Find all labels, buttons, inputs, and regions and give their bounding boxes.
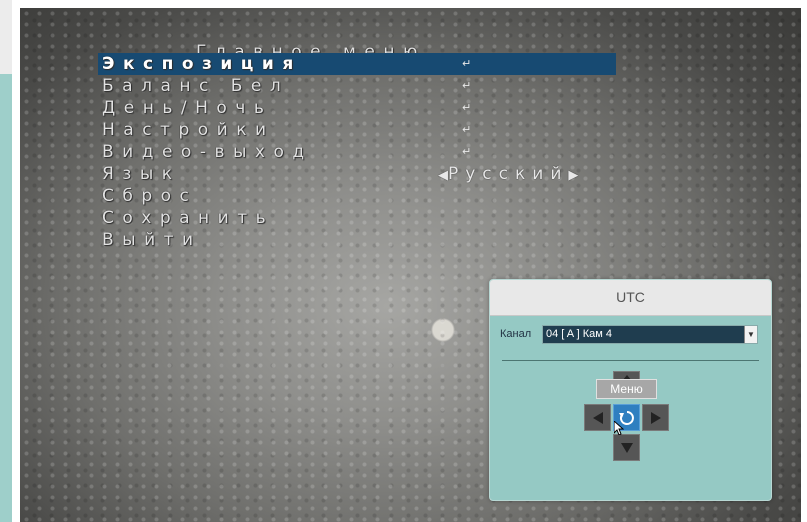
language-value: Русский bbox=[448, 164, 569, 184]
language-selector[interactable]: ◀Русский▶ bbox=[438, 163, 578, 187]
channel-label: Канал bbox=[500, 328, 532, 340]
osd-item-label: День/Ночь bbox=[102, 98, 273, 118]
osd-item-save[interactable]: Сохранить bbox=[98, 207, 616, 229]
dropdown-arrow-icon[interactable]: ▼ bbox=[744, 326, 757, 343]
menu-tooltip: Меню bbox=[596, 379, 657, 399]
channel-select[interactable]: 04 [ A ] Кам 4 ▼ bbox=[542, 325, 758, 344]
arrow-right-icon bbox=[650, 411, 661, 424]
arrow-left-icon bbox=[592, 411, 603, 424]
osd-item-label: Экспозиция bbox=[102, 54, 302, 74]
osd-item-label: Видео-выход bbox=[102, 142, 313, 162]
osd-item-label: Язык bbox=[102, 164, 181, 184]
enter-icon: ↵ bbox=[462, 57, 472, 70]
osd-item-label: Выйти bbox=[102, 230, 202, 250]
ptz-left-button[interactable] bbox=[584, 404, 611, 431]
osd-item-language[interactable]: Язык ◀Русский▶ bbox=[98, 163, 616, 185]
divider bbox=[502, 360, 759, 361]
channel-value: 04 [ A ] Кам 4 bbox=[546, 328, 612, 340]
osd-item-day-night[interactable]: День/Ночь ↵ bbox=[98, 97, 616, 119]
enter-icon: ↵ bbox=[462, 123, 472, 136]
osd-item-label: Сброс bbox=[102, 186, 198, 206]
mouse-cursor-icon bbox=[613, 419, 625, 439]
osd-item-exit[interactable]: Выйти bbox=[98, 229, 616, 251]
arrow-left-icon[interactable]: ◀ bbox=[438, 168, 448, 183]
arrow-down-icon bbox=[620, 442, 633, 453]
enter-icon: ↵ bbox=[462, 101, 472, 114]
osd-item-label: Настройки bbox=[102, 120, 275, 140]
osd-item-label: Сохранить bbox=[102, 208, 275, 228]
ptz-right-button[interactable] bbox=[642, 404, 669, 431]
left-strip-top bbox=[0, 0, 12, 74]
enter-icon: ↵ bbox=[462, 145, 472, 158]
osd-item-settings[interactable]: Настройки ↵ bbox=[98, 119, 616, 141]
osd-item-white-balance[interactable]: Баланс Бел ↵ bbox=[98, 75, 616, 97]
utc-panel: UTC Канал 04 [ A ] Кам 4 ▼ Меню bbox=[489, 279, 772, 501]
osd-item-reset[interactable]: Сброс bbox=[98, 185, 616, 207]
utc-title: UTC bbox=[490, 280, 771, 316]
left-strip bbox=[0, 74, 12, 522]
enter-icon: ↵ bbox=[462, 79, 472, 92]
arrow-right-icon[interactable]: ▶ bbox=[568, 168, 578, 183]
osd-item-label: Баланс Бел bbox=[102, 76, 290, 96]
osd-item-video-output[interactable]: Видео-выход ↵ bbox=[98, 141, 616, 163]
osd-item-exposure[interactable]: Экспозиция ↵ bbox=[98, 53, 616, 75]
